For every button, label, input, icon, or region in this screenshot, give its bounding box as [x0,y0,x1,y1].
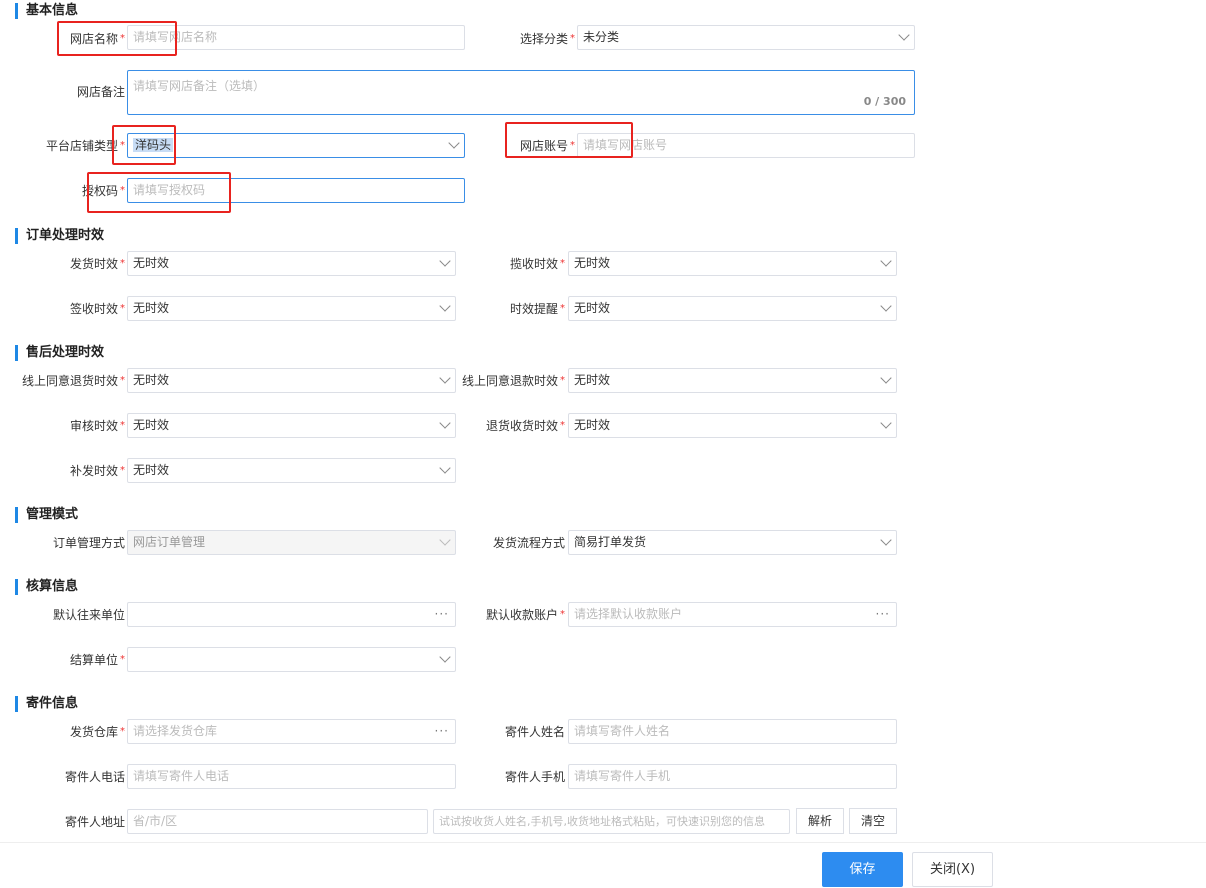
chevron-down-icon [439,651,451,663]
remark-textarea[interactable]: 请填写网店备注（选填） 0 / 300 [127,70,915,115]
ship-flow-label: 发货流程方式 [492,536,565,550]
more-icon[interactable]: ··· [876,603,890,626]
warehouse-placeholder: 请选择发货仓库 [133,724,218,738]
return-receive-label: 退货收货时效 * [485,419,565,433]
sender-name-label: 寄件人姓名 [504,725,565,739]
remark-label: 网店备注 [76,85,125,99]
return-receive-select[interactable]: 无时效 [568,413,897,438]
sender-name-input[interactable]: 请填写寄件人姓名 [568,719,897,744]
return-receive-value: 无时效 [574,418,611,432]
ship-timing-value: 无时效 [133,256,170,270]
shop-name-input[interactable]: 请填写网店名称 [127,25,465,50]
return-agree-value: 无时效 [133,373,170,387]
warehouse-input[interactable]: 请选择发货仓库 ··· [127,719,456,744]
warehouse-label: 发货仓库 * [69,725,125,739]
sign-timing-value: 无时效 [133,301,170,315]
chevron-down-icon [439,534,451,546]
remind-timing-select[interactable]: 无时效 [568,296,897,321]
chevron-down-icon [880,417,892,429]
audit-timing-select[interactable]: 无时效 [127,413,456,438]
reship-timing-select[interactable]: 无时效 [127,458,456,483]
save-button[interactable]: 保存 [822,852,903,887]
platform-type-label: 平台店铺类型 * [45,139,125,153]
highlight-box-platform-type [112,125,176,165]
chevron-down-icon [439,372,451,384]
clear-button[interactable]: 清空 [849,808,897,834]
sign-timing-select[interactable]: 无时效 [127,296,456,321]
section-sender-title: 寄件信息 [15,696,78,712]
chevron-down-icon [880,372,892,384]
refund-agree-value: 无时效 [574,373,611,387]
settle-unit-label: 结算单位 * [69,653,125,667]
audit-timing-value: 无时效 [133,418,170,432]
default-partner-label: 默认往来单位 [52,608,125,622]
chevron-down-icon [898,29,910,41]
section-manage-mode-title: 管理模式 [15,507,78,523]
collect-timing-select[interactable]: 无时效 [568,251,897,276]
category-label: 选择分类 * [519,32,575,46]
category-select[interactable]: 未分类 [577,25,915,50]
chevron-down-icon [439,300,451,312]
parse-button[interactable]: 解析 [796,808,844,834]
highlight-box-auth-code [87,172,231,213]
ship-timing-label: 发货时效 * [69,257,125,271]
section-basic-title: 基本信息 [15,3,78,19]
return-agree-select[interactable]: 无时效 [127,368,456,393]
refund-agree-select[interactable]: 无时效 [568,368,897,393]
region-select[interactable]: 省/市/区 [127,809,428,834]
chevron-down-icon [439,255,451,267]
ship-flow-value: 简易打单发货 [574,535,647,549]
footer-bar [0,842,1206,888]
section-order-timing-title: 订单处理时效 [15,228,104,244]
chevron-down-icon [439,462,451,474]
audit-timing-label: 审核时效 * [69,419,125,433]
ship-flow-select[interactable]: 简易打单发货 [568,530,897,555]
address-paste-input[interactable]: 试试按收货人姓名,手机号,收货地址格式粘贴，可快速识别您的信息 [433,809,790,834]
sender-phone-input[interactable]: 请填写寄件人电话 [127,764,456,789]
chevron-down-icon [880,534,892,546]
order-manage-label: 订单管理方式 [52,536,125,550]
remark-counter: 0 / 300 [863,95,906,108]
refund-agree-label: 线上同意退款时效 * [461,374,565,388]
default-account-placeholder: 请选择默认收款账户 [574,607,683,621]
reship-timing-value: 无时效 [133,463,170,477]
chevron-down-icon [880,255,892,267]
chevron-down-icon [439,417,451,429]
settle-unit-select[interactable] [127,647,456,672]
chevron-down-icon [448,137,460,149]
order-manage-select: 网店订单管理 [127,530,456,555]
sender-mobile-label: 寄件人手机 [504,770,565,784]
sender-mobile-input[interactable]: 请填写寄件人手机 [568,764,897,789]
section-accounting-title: 核算信息 [15,579,78,595]
highlight-box-account [505,122,633,158]
remind-timing-value: 无时效 [574,301,611,315]
reship-timing-label: 补发时效 * [69,464,125,478]
more-icon[interactable]: ··· [435,603,449,626]
collect-timing-value: 无时效 [574,256,611,270]
return-agree-label: 线上同意退货时效 * [21,374,125,388]
more-icon[interactable]: ··· [435,720,449,743]
sign-timing-label: 签收时效 * [69,302,125,316]
remind-timing-label: 时效提醒 * [509,302,565,316]
default-account-input[interactable]: 请选择默认收款账户 ··· [568,602,897,627]
collect-timing-label: 揽收时效 * [509,257,565,271]
platform-type-select[interactable]: 洋码头 [127,133,465,158]
highlight-box-shop-name [57,21,177,56]
section-aftersale-timing-title: 售后处理时效 [15,345,104,361]
remark-placeholder: 请填写网店备注（选填） [133,79,266,93]
category-value: 未分类 [583,30,620,44]
default-account-label: 默认收款账户 * [485,608,565,622]
ship-timing-select[interactable]: 无时效 [127,251,456,276]
sender-phone-label: 寄件人电话 [64,770,125,784]
chevron-down-icon [880,300,892,312]
order-manage-value: 网店订单管理 [133,535,206,549]
default-partner-input[interactable]: ··· [127,602,456,627]
close-button[interactable]: 关闭(X) [912,852,993,887]
sender-address-label: 寄件人地址 [64,815,125,829]
